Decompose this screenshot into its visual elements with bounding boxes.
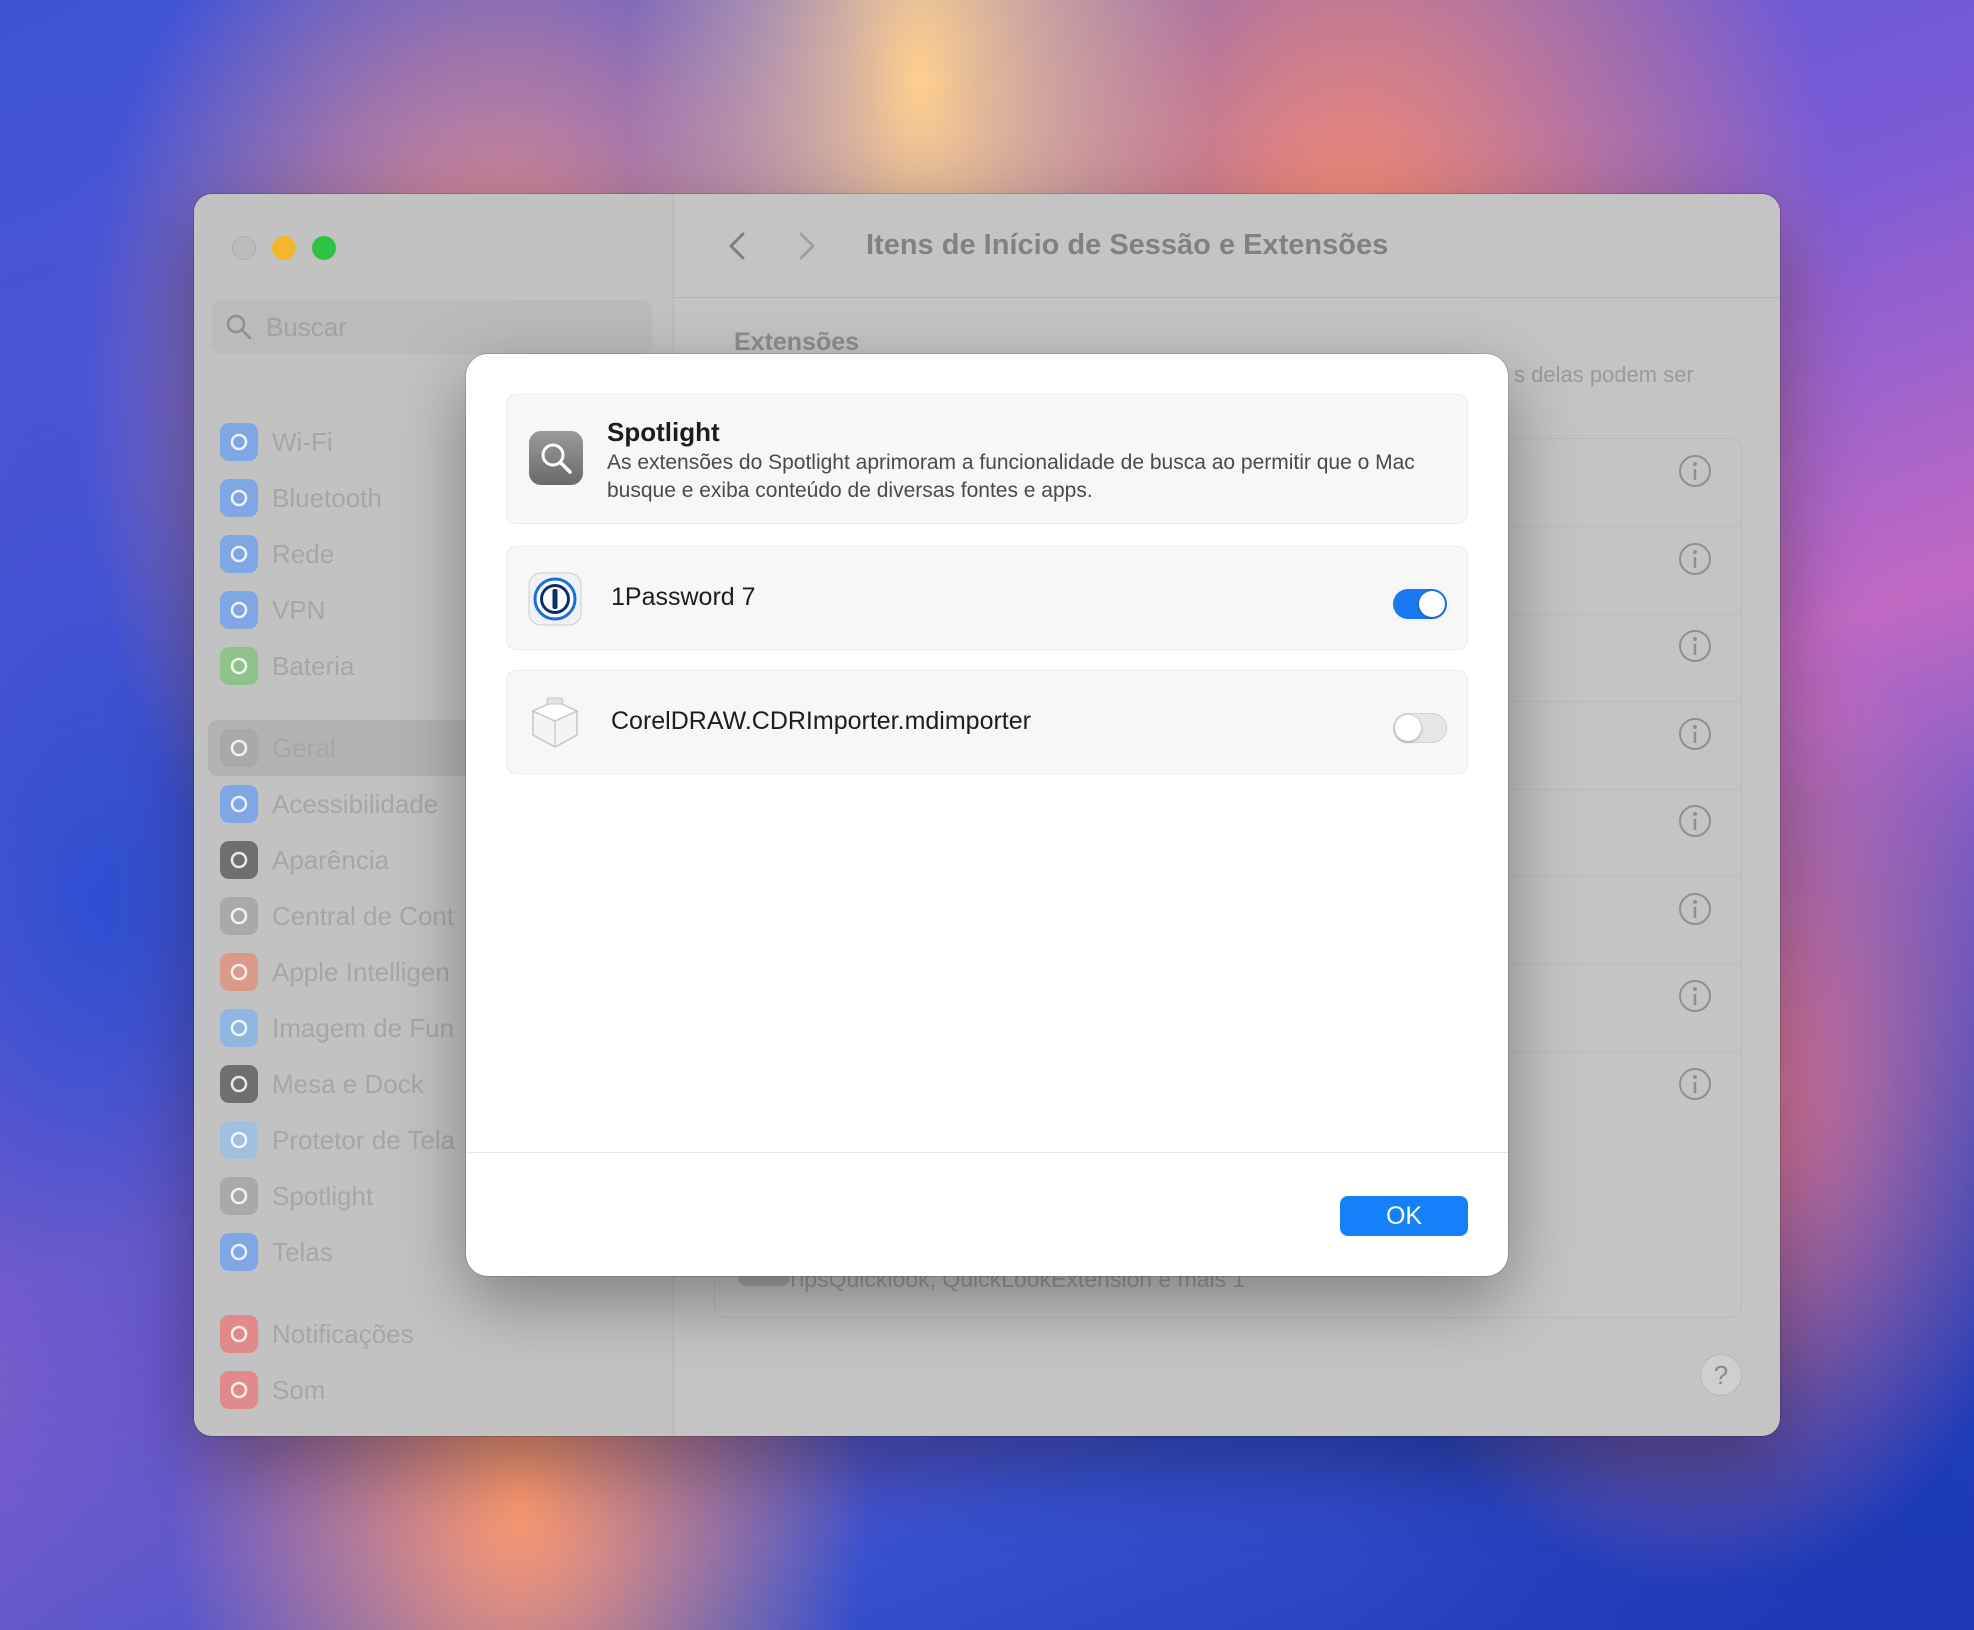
zoom-button[interactable] (312, 236, 336, 260)
toolbar: Itens de Início de Sessão e Extensões (674, 194, 1780, 298)
wifi-icon (220, 423, 258, 461)
info-icon[interactable] (1677, 453, 1713, 489)
1password-icon (528, 572, 582, 626)
spotlight-extensions-dialog: Spotlight As extensões do Spotlight apri… (466, 354, 1508, 1276)
apple-intelligence-icon (220, 953, 258, 991)
sidebar-item-label: Bluetooth (272, 482, 382, 513)
dialog-title: Spotlight (607, 417, 720, 447)
generic-plugin-icon (531, 697, 579, 748)
info-icon[interactable] (1677, 716, 1713, 752)
sidebar-item-label: Protetor de Tela (272, 1124, 456, 1155)
vpn-globe-icon (220, 591, 258, 629)
notification-bell-icon (220, 1315, 258, 1353)
control-center-icon (220, 897, 258, 935)
globe-icon (220, 535, 258, 573)
spotlight-icon (529, 431, 583, 485)
display-icon (220, 1233, 258, 1271)
window-controls (232, 236, 336, 260)
info-icon[interactable] (1677, 978, 1713, 1014)
info-icon[interactable] (1677, 891, 1713, 927)
section-description: s delas podem ser (1514, 362, 1694, 387)
chevron-right-icon (799, 232, 815, 259)
dock-icon (220, 1065, 258, 1103)
info-icon[interactable] (1677, 541, 1713, 577)
info-icon[interactable] (1677, 803, 1713, 839)
sidebar-item-label: Spotlight (272, 1180, 374, 1211)
sidebar-item-label: Wi-Fi (272, 426, 333, 457)
extension-label: 1Password 7 (611, 583, 756, 611)
sidebar-item-label: Acessibilidade (272, 788, 439, 819)
help-button[interactable]: ? (1700, 1354, 1742, 1396)
info-icon[interactable] (1677, 628, 1713, 664)
sidebar-item-label: Central de Cont (272, 900, 455, 931)
sidebar-item-label: Mesa e Dock (272, 1068, 424, 1099)
extension-row-1password: 1Password 7 (506, 546, 1468, 650)
sidebar-item-label: Rede (272, 538, 335, 569)
extension-toggle-1password[interactable] (1393, 589, 1447, 619)
extension-toggle-coreldraw[interactable] (1393, 713, 1447, 743)
sidebar-item-label: Bateria (272, 650, 355, 681)
speaker-icon (220, 1371, 258, 1409)
battery-icon (220, 647, 258, 685)
ok-button[interactable]: OK (1340, 1196, 1468, 1236)
search-icon (226, 314, 252, 340)
dialog-description: As extensões do Spotlight aprimoram a fu… (607, 451, 1415, 502)
sidebar-item-label: Geral (272, 732, 336, 763)
dialog-divider (466, 1152, 1508, 1153)
sidebar-item-label: Apple Intelligen (272, 956, 450, 987)
toggle-knob (1395, 715, 1421, 741)
chevron-left-icon (729, 232, 745, 259)
extension-label: CorelDRAW.CDRImporter.mdimporter (611, 707, 1031, 735)
toggle-knob (1419, 591, 1445, 617)
forward-button[interactable] (784, 223, 830, 269)
info-icon[interactable] (1677, 1066, 1713, 1102)
search-placeholder: Buscar (266, 311, 347, 342)
wallpaper-icon (220, 1009, 258, 1047)
screensaver-icon (220, 1121, 258, 1159)
accessibility-icon (220, 785, 258, 823)
close-button[interactable] (232, 236, 256, 260)
page-title: Itens de Início de Sessão e Extensões (866, 229, 1389, 261)
spotlight-icon (220, 1177, 258, 1215)
sidebar-item-label: Imagem de Fun (272, 1012, 455, 1043)
gear-icon (220, 729, 258, 767)
sidebar-item-label: Som (272, 1374, 326, 1405)
sidebar-item-som[interactable]: Som (208, 1362, 658, 1418)
extension-row-coreldraw: CorelDRAW.CDRImporter.mdimporter (506, 670, 1468, 774)
minimize-button[interactable] (272, 236, 296, 260)
sidebar-item-notifica-es[interactable]: Notificações (208, 1306, 658, 1362)
sidebar-item-label: VPN (272, 594, 326, 625)
sidebar-item-label: Aparência (272, 844, 390, 875)
dialog-header: Spotlight As extensões do Spotlight apri… (506, 394, 1468, 524)
appearance-icon (220, 841, 258, 879)
back-button[interactable] (714, 223, 760, 269)
search-field[interactable]: Buscar (212, 300, 652, 354)
sidebar-item-label: Notificações (272, 1318, 414, 1349)
sidebar-item-label: Telas (272, 1236, 333, 1267)
section-title: Extensões (734, 328, 860, 356)
bluetooth-icon (220, 479, 258, 517)
